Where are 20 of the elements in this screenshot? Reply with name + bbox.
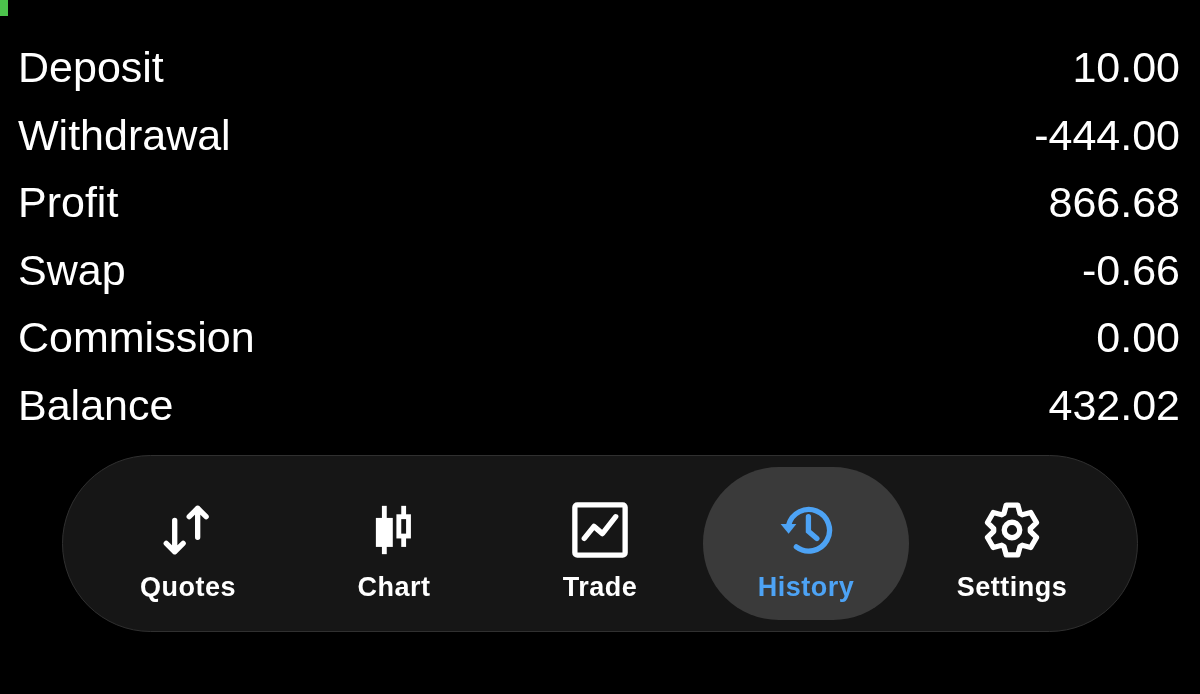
row-value: 432.02 bbox=[1048, 383, 1180, 427]
row-label: Profit bbox=[18, 181, 119, 225]
edge-marker-icon bbox=[0, 0, 8, 16]
row-label: Withdrawal bbox=[18, 113, 231, 157]
row-value: -444.00 bbox=[1034, 113, 1180, 157]
row-value: -0.66 bbox=[1082, 248, 1180, 292]
row-label: Deposit bbox=[18, 46, 164, 90]
row-value: 0.00 bbox=[1096, 316, 1180, 360]
tab[interactable]: Quotes bbox=[85, 467, 291, 620]
chart-frame-icon bbox=[571, 500, 629, 559]
settings-icon bbox=[983, 500, 1041, 559]
tab[interactable]: Chart bbox=[291, 467, 497, 620]
tab[interactable]: Trade bbox=[497, 467, 703, 620]
tab[interactable]: History bbox=[703, 467, 909, 620]
tab[interactable]: Settings bbox=[909, 467, 1115, 620]
row-value: 10.00 bbox=[1072, 46, 1180, 90]
row-label: Commission bbox=[18, 316, 255, 360]
row-label: Balance bbox=[18, 383, 174, 427]
row-value: 866.68 bbox=[1048, 181, 1180, 225]
row-label: Swap bbox=[18, 248, 126, 292]
